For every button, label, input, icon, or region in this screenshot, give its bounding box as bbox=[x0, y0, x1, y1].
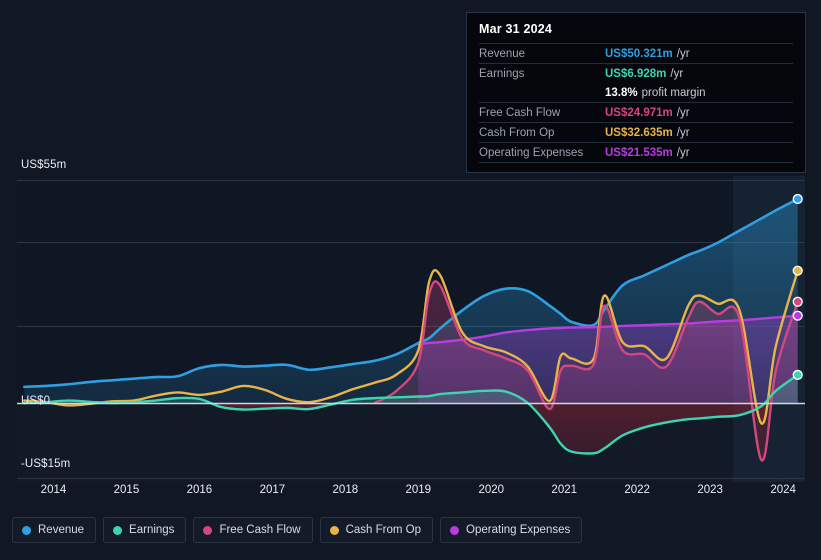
legend-item-label: Cash From Op bbox=[346, 524, 421, 536]
tooltip-row-key: Cash From Op bbox=[479, 126, 605, 140]
tooltip-row-key: Operating Expenses bbox=[479, 146, 605, 160]
tooltip-row-unit: /yr bbox=[670, 68, 683, 80]
tooltip-row: Operating ExpensesUS$21.535m/yr bbox=[479, 142, 793, 162]
tooltip-row: Free Cash FlowUS$24.971m/yr bbox=[479, 102, 793, 122]
x-axis-tick-2014: 2014 bbox=[41, 484, 67, 496]
legend-color-dot-icon bbox=[113, 526, 122, 535]
tooltip-row-unit: /yr bbox=[677, 127, 690, 139]
legend-item-label: Operating Expenses bbox=[466, 524, 570, 536]
tooltip-bottom-rule bbox=[479, 162, 793, 165]
tooltip-row-value: US$32.635m/yr bbox=[605, 126, 690, 140]
tooltip-row-value: US$6.928m/yr bbox=[605, 67, 683, 81]
tooltip-row-key: Free Cash Flow bbox=[479, 106, 605, 120]
legend-item-cash-from-op[interactable]: Cash From Op bbox=[320, 517, 433, 543]
x-axis-tick-2015: 2015 bbox=[114, 484, 140, 496]
legend-item-label: Free Cash Flow bbox=[219, 524, 300, 536]
x-axis-tick-2019: 2019 bbox=[405, 484, 431, 496]
x-axis-tick-2023: 2023 bbox=[697, 484, 723, 496]
tooltip-row: RevenueUS$50.321m/yr bbox=[479, 43, 793, 63]
tooltip-row-value: US$21.535m/yr bbox=[605, 146, 690, 160]
y-axis-label-top: US$55m bbox=[21, 159, 66, 171]
legend-item-label: Revenue bbox=[38, 524, 84, 536]
x-axis-tick-2022: 2022 bbox=[624, 484, 650, 496]
legend-color-dot-icon bbox=[203, 526, 212, 535]
x-axis-tick-2016: 2016 bbox=[187, 484, 213, 496]
legend-item-free-cash-flow[interactable]: Free Cash Flow bbox=[193, 517, 312, 543]
x-axis-tick-2021: 2021 bbox=[551, 484, 577, 496]
legend-item-earnings[interactable]: Earnings bbox=[103, 517, 186, 543]
x-axis-tick-2018: 2018 bbox=[333, 484, 359, 496]
tooltip-row-value: US$50.321m/yr bbox=[605, 47, 690, 61]
tooltip-row-key: Earnings bbox=[479, 67, 605, 81]
y-axis-label-negative: -US$15m bbox=[21, 458, 70, 470]
data-tooltip: Mar 31 2024 RevenueUS$50.321m/yrEarnings… bbox=[466, 12, 806, 173]
x-axis-tick-2024: 2024 bbox=[770, 484, 796, 496]
legend-item-operating-expenses[interactable]: Operating Expenses bbox=[440, 517, 582, 543]
tooltip-date: Mar 31 2024 bbox=[479, 22, 793, 43]
tooltip-row-value: US$24.971m/yr bbox=[605, 106, 690, 120]
legend-item-revenue[interactable]: Revenue bbox=[12, 517, 96, 543]
legend-color-dot-icon bbox=[330, 526, 339, 535]
chart-legend: Revenue Earnings Free Cash Flow Cash From O… bbox=[12, 517, 582, 543]
financial-chart-widget: US$55m US$0 -US$15m 2014 2015 2016 2017 2018… bbox=[0, 0, 821, 560]
y-axis-label-zero: US$0 bbox=[21, 395, 50, 407]
x-axis-tick-2020: 2020 bbox=[478, 484, 504, 496]
legend-color-dot-icon bbox=[22, 526, 31, 535]
tooltip-profit-margin-value: 13.8%profit margin bbox=[605, 86, 706, 100]
tooltip-row: Cash From OpUS$32.635m/yr bbox=[479, 122, 793, 142]
tooltip-row-unit: /yr bbox=[677, 107, 690, 119]
tooltip-row-key: Revenue bbox=[479, 47, 605, 61]
legend-item-label: Earnings bbox=[129, 524, 174, 536]
tooltip-rows: RevenueUS$50.321m/yrEarningsUS$6.928m/yr… bbox=[479, 43, 793, 162]
legend-color-dot-icon bbox=[450, 526, 459, 535]
tooltip-row: EarningsUS$6.928m/yr bbox=[479, 63, 793, 83]
tooltip-profit-margin-row: 13.8%profit margin bbox=[479, 83, 793, 102]
tooltip-row-unit: /yr bbox=[677, 48, 690, 60]
tooltip-row-unit: /yr bbox=[677, 147, 690, 159]
x-axis-tick-2017: 2017 bbox=[260, 484, 286, 496]
